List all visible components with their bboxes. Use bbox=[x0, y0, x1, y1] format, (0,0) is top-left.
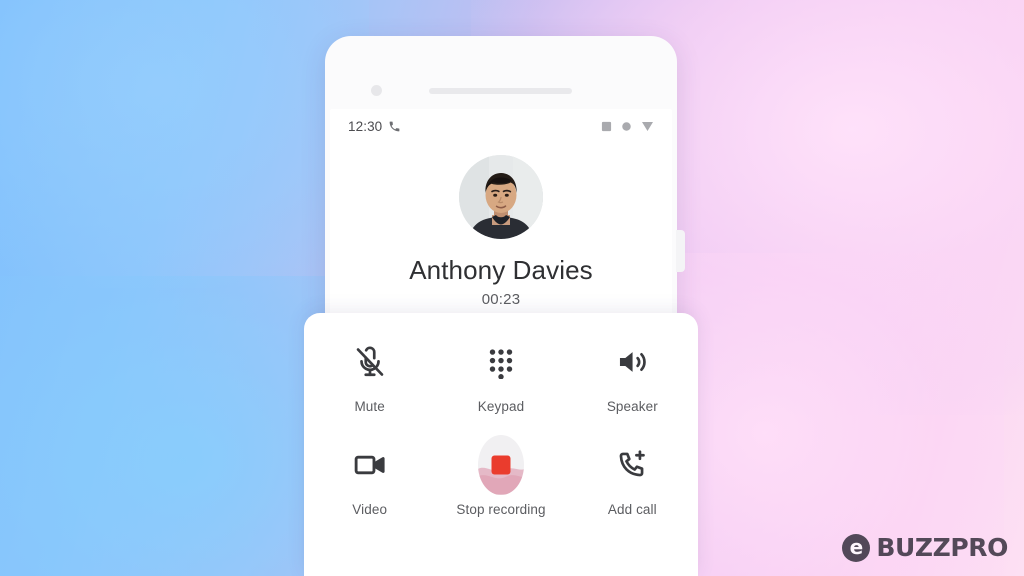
speaker-on-icon bbox=[609, 339, 655, 385]
recording-stop-square bbox=[491, 455, 511, 475]
video-camera-icon bbox=[347, 442, 393, 488]
stop-recording-icon bbox=[477, 435, 524, 495]
stop-recording-label: Stop recording bbox=[456, 502, 546, 517]
status-bar: 12:30 bbox=[330, 109, 672, 143]
status-bar-right bbox=[601, 120, 654, 132]
video-button[interactable]: Video bbox=[304, 442, 435, 517]
mute-label: Mute bbox=[354, 399, 385, 414]
call-duration: 00:23 bbox=[481, 291, 521, 308]
avatar bbox=[459, 155, 543, 239]
buzzpro-logo-letter: e bbox=[849, 534, 864, 559]
wifi-icon bbox=[621, 121, 632, 132]
add-call-label: Add call bbox=[607, 502, 657, 517]
video-label: Video bbox=[352, 502, 388, 517]
watermark: e BUZZPRO bbox=[842, 533, 1008, 562]
keypad-button[interactable]: Keypad bbox=[435, 339, 566, 414]
speaker-button[interactable]: Speaker bbox=[567, 339, 698, 414]
camera-dot-icon bbox=[371, 85, 382, 96]
caller-info: Anthony Davies 00:23 bbox=[330, 155, 672, 308]
recording-circle bbox=[477, 435, 524, 495]
side-button[interactable] bbox=[676, 230, 685, 272]
add-call-button[interactable]: Add call bbox=[567, 442, 698, 517]
phone-call-icon bbox=[388, 120, 401, 133]
add-call-icon bbox=[609, 442, 655, 488]
screenshot-root: 12:30 Anthony Davies 00:23 Mute Keypad S… bbox=[0, 0, 1024, 576]
dialpad-icon bbox=[478, 339, 524, 385]
mute-button[interactable]: Mute bbox=[304, 339, 435, 414]
avatar-photo bbox=[459, 155, 543, 239]
call-controls-panel: Mute Keypad Speaker Video Stop recording… bbox=[304, 313, 698, 576]
signal-icon bbox=[601, 121, 612, 132]
buzzpro-logo-icon: e bbox=[842, 533, 871, 562]
earpiece-speaker-icon bbox=[429, 88, 572, 94]
battery-icon bbox=[641, 120, 654, 132]
caller-name: Anthony Davies bbox=[409, 255, 593, 285]
buzzpro-wordmark: BUZZPRO bbox=[876, 533, 1008, 562]
status-bar-clock: 12:30 bbox=[348, 118, 383, 134]
background-glow-top-left bbox=[0, 0, 369, 288]
keypad-label: Keypad bbox=[477, 399, 525, 414]
stop-recording-button[interactable]: Stop recording bbox=[435, 435, 566, 517]
mic-off-icon bbox=[347, 339, 393, 385]
speaker-label: Speaker bbox=[606, 399, 658, 414]
call-controls-grid: Mute Keypad Speaker Video Stop recording… bbox=[304, 339, 698, 517]
status-bar-left: 12:30 bbox=[348, 119, 401, 134]
